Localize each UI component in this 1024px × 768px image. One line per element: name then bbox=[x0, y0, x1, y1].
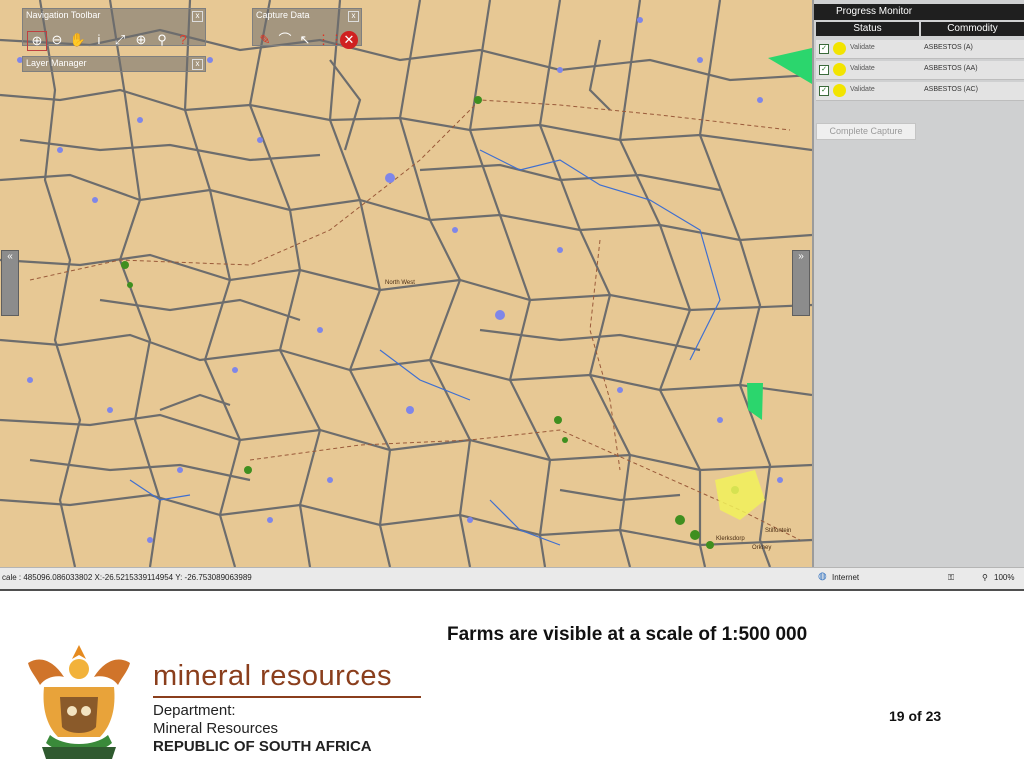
status-indicator-icon bbox=[833, 84, 846, 97]
protected-mode-icon: ⚿ bbox=[948, 573, 955, 582]
row-commodity: ASBESTOS (AC) bbox=[924, 86, 978, 93]
capture-data-close-icon[interactable]: x bbox=[348, 11, 359, 22]
expand-right-button[interactable]: » bbox=[792, 250, 810, 316]
delete-icon[interactable]: ✕ bbox=[340, 31, 358, 49]
pan-hand-icon[interactable]: ✋ bbox=[69, 31, 87, 49]
brand-department: Department: bbox=[153, 702, 236, 719]
pencil-icon[interactable]: ✎ bbox=[256, 31, 274, 49]
help-icon[interactable]: ? bbox=[174, 31, 192, 49]
table-row[interactable]: ✓ Validate ASBESTOS (AC) bbox=[816, 82, 1024, 101]
select-arrow-icon[interactable]: ↖ bbox=[296, 31, 314, 49]
slide-caption: Farms are visible at a scale of 1:500 00… bbox=[447, 624, 808, 645]
capture-data-title: Capture Data bbox=[256, 10, 310, 20]
zoom-out-icon[interactable]: ⊖ bbox=[48, 31, 66, 49]
progress-monitor-title: Progress Monitor bbox=[814, 4, 1024, 20]
zoom-in-box-icon[interactable]: ⊕ bbox=[27, 31, 47, 51]
progress-monitor-panel: Progress Monitor Status Commodity ✓ Vali… bbox=[812, 0, 1024, 567]
double-chevron-left-icon: « bbox=[7, 251, 13, 262]
row-checkbox[interactable]: ✓ bbox=[819, 86, 829, 96]
internet-zone-label: Internet bbox=[832, 573, 860, 582]
zoom-icon[interactable]: ⚲ bbox=[982, 573, 988, 582]
layer-manager-panel[interactable]: Layer Manager x bbox=[22, 56, 206, 72]
brand-country: REPUBLIC OF SOUTH AFRICA bbox=[153, 738, 372, 755]
brand-department-name: Mineral Resources bbox=[153, 720, 279, 737]
map-view[interactable]: Navigation Toolbar x ⊕ ⊖ ✋ i ⤢ ⊕ ⚲ ? Cap… bbox=[0, 0, 812, 567]
map-label-klerksdorp: Klerksdorp bbox=[716, 536, 745, 542]
row-checkbox[interactable]: ✓ bbox=[819, 65, 829, 75]
layer-manager-title: Layer Manager bbox=[26, 58, 87, 68]
map-label-stilfontein: Stilfontein bbox=[765, 528, 792, 534]
row-status[interactable]: Validate bbox=[850, 44, 875, 51]
navigation-toolbar-panel[interactable]: Navigation Toolbar x ⊕ ⊖ ✋ i ⤢ ⊕ ⚲ ? bbox=[22, 8, 206, 51]
zoom-level[interactable]: 100% bbox=[994, 573, 1014, 582]
table-row[interactable]: ✓ Validate ASBESTOS (AA) bbox=[816, 61, 1024, 80]
captured-polygons bbox=[747, 48, 812, 420]
row-commodity: ASBESTOS (AA) bbox=[924, 65, 978, 72]
globe-icon: ◍ bbox=[818, 571, 827, 582]
status-column-header[interactable]: Status bbox=[816, 22, 919, 36]
layer-manager-close-icon[interactable]: x bbox=[192, 59, 203, 70]
brand-name: mineral resources bbox=[153, 660, 392, 692]
double-chevron-right-icon: » bbox=[798, 251, 804, 262]
full-extent-icon[interactable]: ⤢ bbox=[111, 31, 129, 49]
page-number: 19 of 23 bbox=[889, 708, 942, 724]
navigation-toolbar-close-icon[interactable]: x bbox=[192, 11, 203, 22]
coat-of-arms-logo bbox=[28, 645, 130, 759]
row-status[interactable]: Validate bbox=[850, 86, 875, 93]
expand-left-button[interactable]: « bbox=[1, 250, 19, 316]
map-label-north-west: North West bbox=[385, 280, 415, 286]
navigation-toolbar-title: Navigation Toolbar bbox=[26, 10, 101, 20]
brand-divider bbox=[153, 696, 421, 698]
info-icon[interactable]: i bbox=[90, 31, 108, 49]
scale-coordinates-readout: cale : 485096.086033802 X:-26.5215339114… bbox=[2, 573, 252, 582]
department-branding: mineral resources Department: Mineral Re… bbox=[153, 660, 428, 760]
settlements bbox=[121, 96, 739, 549]
grid-icon[interactable]: ⋮⋮ bbox=[317, 31, 343, 49]
browser-status-bar: cale : 485096.086033802 X:-26.5215339114… bbox=[0, 567, 1024, 591]
draw-line-icon[interactable]: ⌒ bbox=[276, 31, 294, 49]
row-status[interactable]: Validate bbox=[850, 65, 875, 72]
complete-capture-button[interactable]: Complete Capture bbox=[816, 123, 916, 140]
commodity-column-header[interactable]: Commodity bbox=[921, 22, 1024, 36]
status-indicator-icon bbox=[833, 42, 846, 55]
capture-data-panel[interactable]: Capture Data x ✎ ⌒ ↖ ⋮⋮ ✕ bbox=[252, 8, 362, 49]
search-icon[interactable]: ⚲ bbox=[153, 31, 171, 49]
row-commodity: ASBESTOS (A) bbox=[924, 44, 973, 51]
rivers bbox=[129, 149, 721, 546]
row-checkbox[interactable]: ✓ bbox=[819, 44, 829, 54]
town-area bbox=[715, 470, 765, 520]
map-label-orkney: Orkney bbox=[752, 545, 772, 551]
gis-application-window: Navigation Toolbar x ⊕ ⊖ ✋ i ⤢ ⊕ ⚲ ? Cap… bbox=[0, 0, 1024, 591]
table-row[interactable]: ✓ Validate ASBESTOS (A) bbox=[816, 40, 1024, 59]
status-indicator-icon bbox=[833, 63, 846, 76]
zoom-in-icon[interactable]: ⊕ bbox=[132, 31, 150, 49]
